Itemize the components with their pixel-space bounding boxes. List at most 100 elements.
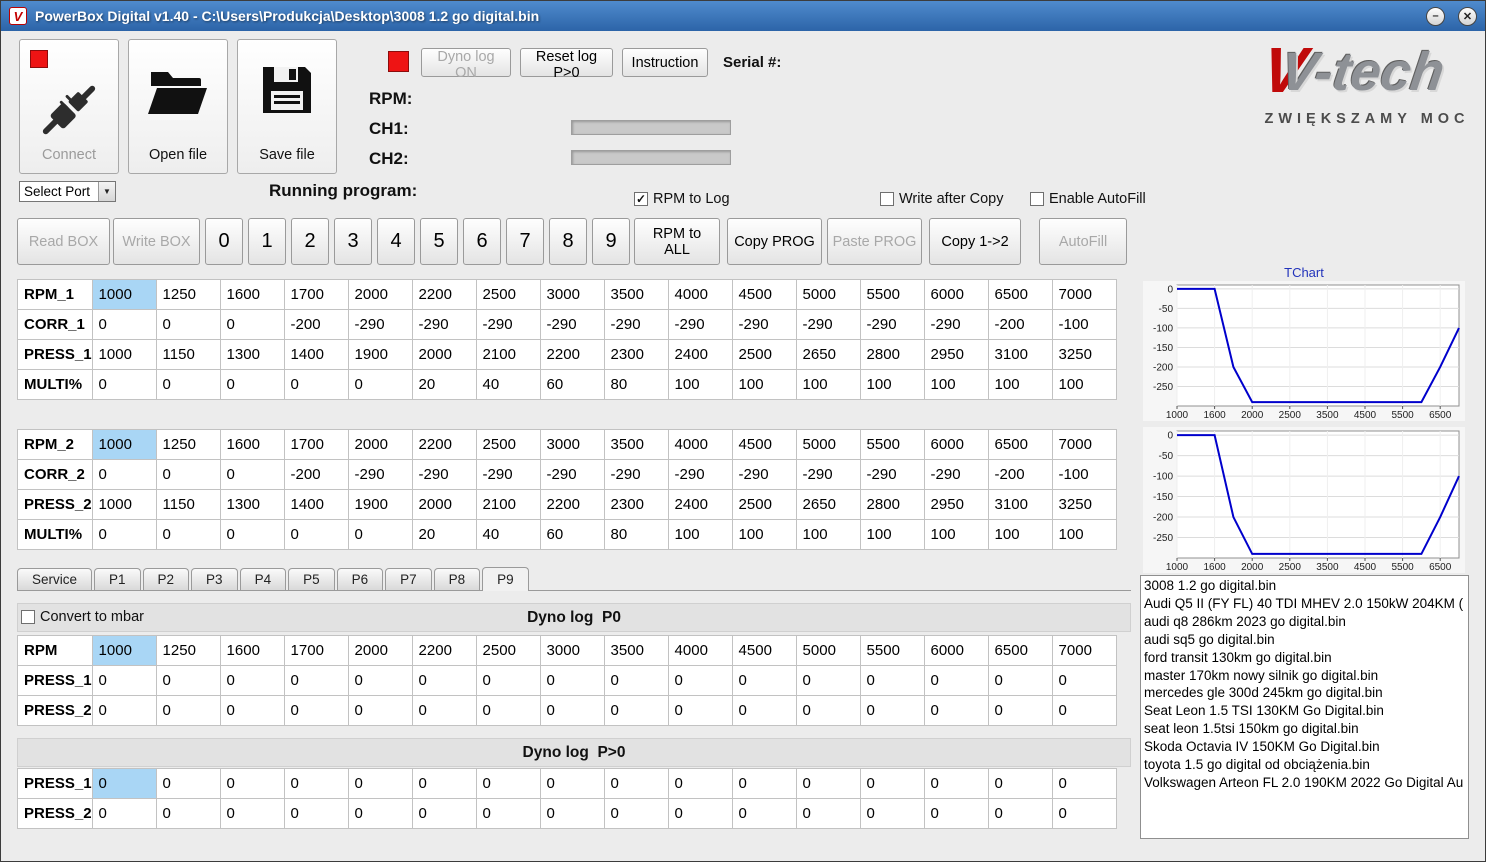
- chevron-down-icon[interactable]: ▼: [98, 182, 115, 201]
- grid-cell[interactable]: 5500: [859, 429, 925, 460]
- grid-cell[interactable]: 0: [859, 695, 925, 726]
- grid-cell[interactable]: 0: [1051, 768, 1117, 799]
- grid-cell[interactable]: 3500: [603, 429, 669, 460]
- grid-cell[interactable]: 0: [155, 309, 221, 340]
- grid-cell[interactable]: 1150: [155, 339, 221, 370]
- grid-cell[interactable]: 2800: [859, 489, 925, 520]
- grid-cell[interactable]: 1250: [155, 279, 221, 310]
- grid-cell[interactable]: 2200: [411, 429, 477, 460]
- grid-cell[interactable]: 0: [795, 665, 861, 696]
- copy-1-2-button[interactable]: Copy 1->2: [929, 218, 1021, 265]
- grid-cell[interactable]: 4000: [667, 635, 733, 666]
- grid-cell[interactable]: 0: [603, 665, 669, 696]
- grid-cell[interactable]: 1300: [219, 489, 285, 520]
- grid-cell[interactable]: 1600: [219, 279, 285, 310]
- grid-cell[interactable]: 80: [603, 519, 669, 550]
- grid-cell[interactable]: 1600: [219, 635, 285, 666]
- program-button-0[interactable]: 0: [205, 218, 243, 265]
- grid-cell[interactable]: 1250: [155, 635, 221, 666]
- grid-cell[interactable]: 2200: [411, 279, 477, 310]
- grid-cell[interactable]: 2400: [667, 489, 733, 520]
- rpm-to-all-button[interactable]: RPM to ALL: [634, 218, 720, 265]
- grid-cell[interactable]: 100: [1051, 369, 1117, 400]
- grid-cell[interactable]: -290: [475, 309, 541, 340]
- grid-cell[interactable]: 2100: [475, 339, 541, 370]
- grid-cell[interactable]: 0: [603, 798, 669, 829]
- grid-cell[interactable]: 5500: [859, 279, 925, 310]
- grid-cell[interactable]: 1150: [155, 489, 221, 520]
- grid-cell[interactable]: 1000: [91, 635, 157, 666]
- grid-cell[interactable]: 100: [987, 369, 1053, 400]
- grid-cell[interactable]: 3100: [987, 339, 1053, 370]
- grid-cell[interactable]: 0: [283, 369, 349, 400]
- grid-cell[interactable]: 0: [603, 768, 669, 799]
- program-button-6[interactable]: 6: [463, 218, 501, 265]
- grid-cell[interactable]: 0: [155, 665, 221, 696]
- grid-cell[interactable]: 0: [219, 695, 285, 726]
- file-list-item[interactable]: Volkswagen Arteon FL 2.0 190KM 2022 Go D…: [1144, 774, 1468, 792]
- grid-cell[interactable]: 1400: [283, 489, 349, 520]
- file-list-item[interactable]: audi q8 286km 2023 go digital.bin: [1144, 613, 1468, 631]
- grid-cell[interactable]: 0: [667, 768, 733, 799]
- file-list-item[interactable]: ford transit 130km go digital.bin: [1144, 649, 1468, 667]
- grid-cell[interactable]: 0: [347, 798, 413, 829]
- tab-p9[interactable]: P9: [482, 567, 529, 591]
- grid-cell[interactable]: 0: [795, 695, 861, 726]
- grid-cell[interactable]: 0: [923, 768, 989, 799]
- grid-cell[interactable]: 4500: [731, 429, 797, 460]
- file-list-item[interactable]: Skoda Octavia IV 150KM Go Digital.bin: [1144, 738, 1468, 756]
- tab-p4[interactable]: P4: [239, 568, 287, 590]
- grid-cell[interactable]: 3250: [1051, 339, 1117, 370]
- grid-cell[interactable]: -290: [731, 459, 797, 490]
- grid-cell[interactable]: 1900: [347, 339, 413, 370]
- tab-service[interactable]: Service: [17, 568, 93, 590]
- grid-cell[interactable]: 2100: [475, 489, 541, 520]
- grid-cell[interactable]: 0: [219, 369, 285, 400]
- grid-cell[interactable]: 2300: [603, 339, 669, 370]
- program-button-2[interactable]: 2: [291, 218, 329, 265]
- tab-p3[interactable]: P3: [191, 568, 238, 590]
- save-file-button[interactable]: Save file: [237, 39, 337, 174]
- grid-cell[interactable]: 7000: [1051, 279, 1117, 310]
- grid-cell[interactable]: 3000: [539, 635, 605, 666]
- grid-cell[interactable]: 80: [603, 369, 669, 400]
- grid-cell[interactable]: 2000: [411, 489, 477, 520]
- grid-cell[interactable]: -290: [667, 459, 733, 490]
- grid-cell[interactable]: 0: [987, 665, 1053, 696]
- write-box-button[interactable]: Write BOX: [113, 218, 200, 265]
- grid-cell[interactable]: 0: [731, 665, 797, 696]
- grid-cell[interactable]: 1700: [283, 279, 349, 310]
- grid-cell[interactable]: 0: [411, 768, 477, 799]
- file-list-item[interactable]: seat leon 1.5tsi 150km go digital.bin: [1144, 720, 1468, 738]
- dyno-log-button[interactable]: Dyno log ON: [421, 48, 511, 81]
- grid-cell[interactable]: 2500: [475, 635, 541, 666]
- grid-cell[interactable]: 0: [1051, 798, 1117, 829]
- grid-cell[interactable]: 1400: [283, 339, 349, 370]
- autofill-button[interactable]: AutoFill: [1039, 218, 1127, 265]
- grid-cell[interactable]: 100: [923, 369, 989, 400]
- copy-prog-button[interactable]: Copy PROG: [727, 218, 822, 265]
- grid-cell[interactable]: -200: [987, 459, 1053, 490]
- file-list-item[interactable]: Audi Q5 II (FY FL) 40 TDI MHEV 2.0 150kW…: [1144, 595, 1468, 613]
- program-button-7[interactable]: 7: [506, 218, 544, 265]
- grid-cell[interactable]: -100: [1051, 459, 1117, 490]
- grid-cell[interactable]: 5000: [795, 279, 861, 310]
- grid-cell[interactable]: 0: [795, 798, 861, 829]
- grid-cell[interactable]: 1900: [347, 489, 413, 520]
- file-list-item[interactable]: Seat Leon 1.5 TSI 130KM Go Digital.bin: [1144, 702, 1468, 720]
- grid-cell[interactable]: 1000: [91, 339, 157, 370]
- grid-cell[interactable]: 0: [91, 519, 157, 550]
- program-button-3[interactable]: 3: [334, 218, 372, 265]
- file-list-item[interactable]: master 170km nowy silnik go digital.bin: [1144, 667, 1468, 685]
- grid-cell[interactable]: 2000: [347, 635, 413, 666]
- grid-cell[interactable]: 0: [155, 768, 221, 799]
- open-file-button[interactable]: Open file: [128, 39, 228, 174]
- file-list-item[interactable]: mercedes gle 300d 245km go digital.bin: [1144, 684, 1468, 702]
- grid-cell[interactable]: 0: [91, 695, 157, 726]
- grid-cell[interactable]: 1600: [219, 429, 285, 460]
- grid-cell[interactable]: 5000: [795, 635, 861, 666]
- grid-cell[interactable]: 0: [539, 665, 605, 696]
- grid-cell[interactable]: 0: [731, 768, 797, 799]
- grid-cell[interactable]: 2000: [347, 429, 413, 460]
- program-button-4[interactable]: 4: [377, 218, 415, 265]
